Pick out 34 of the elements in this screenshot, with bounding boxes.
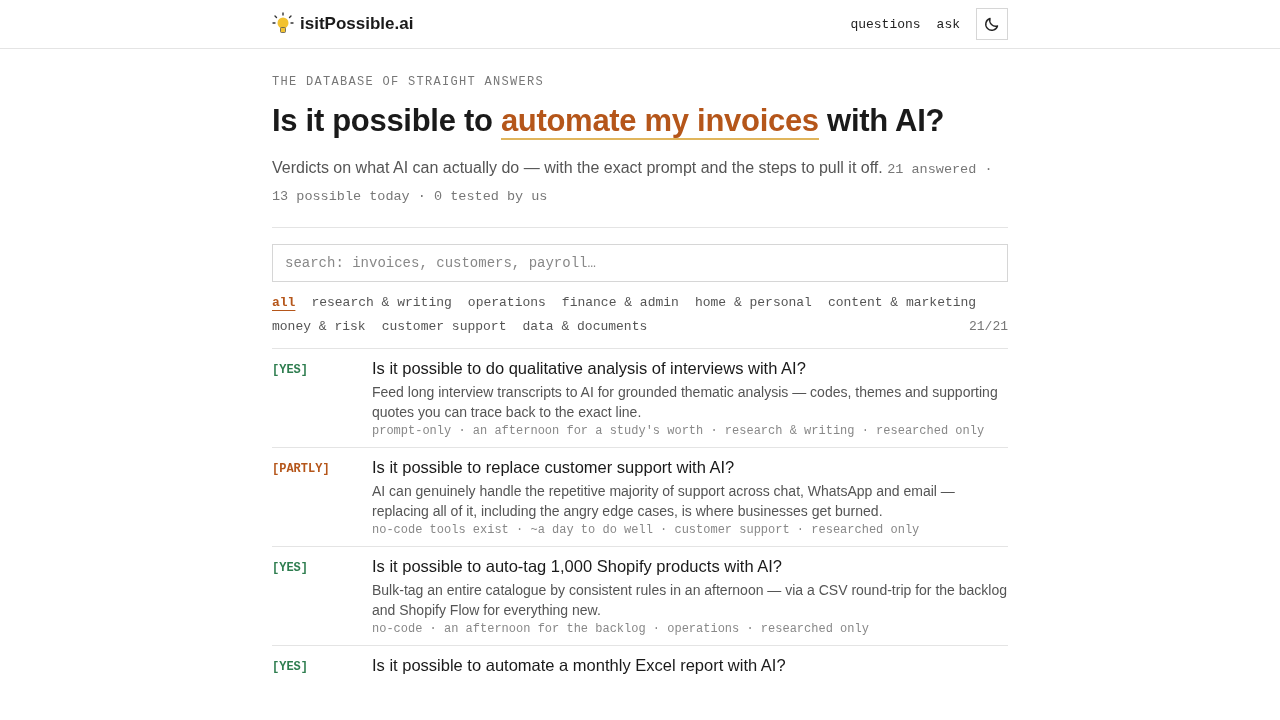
question-meta: no-code tools exist · ~a day to do well · customer support · researched only xyxy=(372,523,921,537)
category-filter[interactable]: research & writing xyxy=(311,294,452,312)
lightbulb-icon xyxy=(272,12,294,36)
category-filter[interactable]: customer support xyxy=(381,318,507,336)
page-headline: Is it possible to automate my invoices with AI? xyxy=(272,103,946,139)
result-count: 21/21 xyxy=(969,318,1008,336)
category-filter[interactable]: finance & admin xyxy=(561,294,679,312)
question-meta: prompt-only · an afternoon for a study's worth · research & writing · researched only xyxy=(372,424,986,438)
category-filter[interactable]: home & personal xyxy=(694,294,812,312)
site-logo[interactable]: isitPossible.ai xyxy=(300,14,414,34)
verdict-label: [YES] xyxy=(272,659,308,674)
question-title[interactable]: Is it possible to do qualitative analysis of interviews with AI? xyxy=(372,359,1008,378)
search-field[interactable]: search: invoices, customers, payroll… xyxy=(272,244,1008,282)
category-filter[interactable]: operations xyxy=(467,294,546,312)
category-filter[interactable]: money & risk xyxy=(272,318,366,336)
question-summary: AI can genuinely handle the repetitive majority of support across chat, WhatsApp and email — replacing all of it, including the angry edge cases, is where businesses get burned. xyxy=(372,482,956,521)
eyebrow-text: THE DATABASE OF STRAIGHT ANSWERS xyxy=(272,75,546,89)
question-summary: Bulk-tag an entire catalogue by consistent rules in an afternoon — via a CSV round-trip for the backlog and Shopify Flow for everything new. xyxy=(372,581,1008,620)
category-filter[interactable]: data & documents xyxy=(522,318,648,336)
category-filter[interactable]: content & marketing xyxy=(827,294,977,312)
nav-link[interactable]: questions xyxy=(850,16,921,32)
question-title[interactable]: Is it possible to replace customer support with AI? xyxy=(372,458,1008,477)
moon-icon xyxy=(984,16,1000,32)
question-title[interactable]: Is it possible to auto-tag 1,000 Shopify products with AI? xyxy=(372,557,1008,576)
question-meta: no-code · an afternoon for the backlog · operations · researched only xyxy=(372,622,870,636)
verdict-label: [YES] xyxy=(272,362,308,377)
category-filter[interactable]: all xyxy=(272,294,296,312)
question-title[interactable]: Is it possible to automate a monthly Excel report with AI? xyxy=(372,656,1008,675)
nav-link[interactable]: ask xyxy=(936,16,960,32)
question-summary: Feed long interview transcripts to AI for grounded thematic analysis — codes, themes and supporting quotes you can trace back to the exact line. xyxy=(372,383,999,422)
verdict-label: [YES] xyxy=(272,560,308,575)
verdict-label: [PARTLY] xyxy=(272,461,330,476)
theme-toggle-button[interactable] xyxy=(976,8,1008,40)
intro-paragraph: Verdicts on what AI can actually do — with the exact prompt and the steps to pull it off. 21 answered · 13 possible today · 0 tested by us xyxy=(272,158,994,206)
